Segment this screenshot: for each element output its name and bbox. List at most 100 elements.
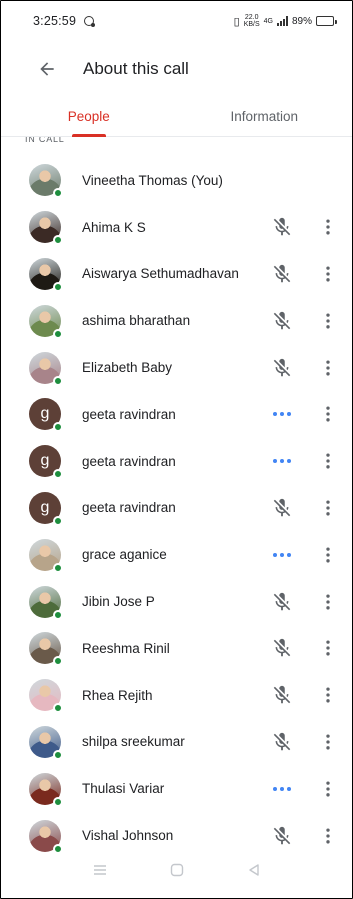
participant-name: shilpa sreekumar (82, 734, 185, 750)
speaking-icon (270, 449, 294, 473)
avatar: g (29, 445, 63, 480)
app-frame: 3:25:59 ▯ 22.0 KB/S 4G 89% About this ca… (0, 0, 353, 899)
more-options-icon[interactable] (316, 777, 340, 801)
more-options-icon[interactable] (316, 636, 340, 660)
participant-row[interactable]: Jibin Jose P (1, 578, 352, 625)
participant-row[interactable]: Elizabeth Baby (1, 344, 352, 391)
avatar (29, 538, 63, 573)
more-options-icon[interactable] (316, 356, 340, 380)
participant-name: Ahima K S (82, 219, 146, 235)
participant-row[interactable]: ashima bharathan (1, 297, 352, 344)
more-options-icon[interactable] (316, 496, 340, 520)
participant-row[interactable]: Rhea Rejith (1, 672, 352, 719)
status-bar: 3:25:59 ▯ 22.0 KB/S 4G 89% (1, 1, 352, 41)
speaking-icon (270, 543, 294, 567)
avatar: g (29, 398, 63, 433)
home-icon[interactable] (167, 860, 187, 880)
more-options-icon[interactable] (316, 402, 340, 426)
online-indicator (53, 562, 63, 573)
mic-off-icon (270, 356, 294, 380)
participant-name: geeta ravindran (82, 500, 176, 516)
online-indicator (53, 422, 63, 433)
mic-off-icon (270, 590, 294, 614)
online-indicator (53, 796, 63, 807)
net-type: 4G (263, 17, 273, 25)
net-speed: 22.0 KB/S (244, 14, 260, 28)
online-indicator (53, 515, 63, 526)
online-indicator (53, 188, 63, 199)
more-options-icon[interactable] (316, 262, 340, 286)
more-options-icon[interactable] (316, 215, 340, 239)
avatar (29, 304, 63, 339)
signal-icon (276, 16, 288, 26)
mic-off-icon (270, 730, 294, 754)
section-label-in-call: IN CALL (25, 137, 65, 144)
status-time: 3:25:59 (33, 14, 77, 28)
participant-name: Elizabeth Baby (82, 360, 173, 376)
page-title: About this call (83, 59, 189, 78)
participant-name: Vineetha Thomas (You) (82, 172, 223, 188)
participant-name: Aiswarya Sethumadhavan (82, 266, 239, 282)
net-speed-value: 22.0 (244, 14, 259, 21)
net-speed-unit: KB/S (243, 21, 260, 28)
online-indicator (53, 749, 63, 760)
tab-bar: People Information (1, 97, 352, 137)
online-indicator (53, 703, 63, 714)
status-right: ▯ 22.0 KB/S 4G 89% (233, 14, 337, 28)
avatar: g (29, 491, 63, 526)
more-options-icon[interactable] (316, 543, 340, 567)
online-indicator (53, 375, 63, 386)
avatar (29, 819, 63, 854)
arrow-back-icon (40, 62, 54, 76)
participant-row[interactable]: g geeta ravindran (1, 485, 352, 532)
participant-name: ashima bharathan (82, 313, 191, 329)
participant-row[interactable]: grace aganice (1, 531, 352, 578)
location-icon (84, 16, 96, 27)
more-options-icon[interactable] (316, 449, 340, 473)
participant-name: geeta ravindran (82, 406, 176, 422)
online-indicator (53, 328, 63, 339)
participant-row[interactable]: Thulasi Variar (1, 765, 352, 812)
participant-row[interactable]: Ahima K S (1, 204, 352, 251)
mic-off-icon (270, 215, 294, 239)
system-nav-bar (1, 850, 352, 890)
avatar (29, 725, 63, 760)
avatar (29, 257, 63, 292)
tab-people[interactable]: People (1, 97, 177, 136)
more-options-icon[interactable] (316, 824, 340, 848)
avatar (29, 211, 63, 246)
online-indicator (53, 281, 63, 292)
mic-off-icon (270, 824, 294, 848)
online-indicator (53, 609, 63, 620)
avatar (29, 164, 63, 199)
participant-row[interactable]: g geeta ravindran (1, 438, 352, 485)
online-indicator (53, 469, 63, 480)
more-options-icon[interactable] (316, 730, 340, 754)
participant-name: geeta ravindran (82, 453, 176, 469)
participant-row[interactable]: Aiswarya Sethumadhavan (1, 251, 352, 298)
participant-name: Reeshma Rinil (82, 640, 170, 656)
nav-back-icon[interactable] (244, 860, 264, 880)
avatar (29, 679, 63, 714)
vibrate-icon: ▯ (233, 15, 240, 28)
back-button[interactable] (23, 45, 71, 93)
more-options-icon[interactable] (316, 309, 340, 333)
participant-row[interactable]: g geeta ravindran (1, 391, 352, 438)
more-options-icon[interactable] (316, 590, 340, 614)
mic-off-icon (270, 309, 294, 333)
participant-name: Rhea Rejith (82, 687, 153, 703)
participant-row[interactable]: Reeshma Rinil (1, 625, 352, 672)
mic-off-icon (270, 496, 294, 520)
mic-off-icon (270, 683, 294, 707)
online-indicator (53, 656, 63, 667)
participant-row[interactable]: shilpa sreekumar (1, 719, 352, 766)
more-options-icon[interactable] (316, 683, 340, 707)
battery-icon (316, 16, 337, 26)
participant-row[interactable]: Vineetha Thomas (You) (1, 157, 352, 204)
avatar (29, 351, 63, 386)
participant-name: Thulasi Variar (82, 781, 165, 797)
menu-icon[interactable] (90, 860, 110, 880)
tab-information[interactable]: Information (177, 97, 353, 136)
avatar (29, 585, 63, 620)
speaking-icon (270, 777, 294, 801)
